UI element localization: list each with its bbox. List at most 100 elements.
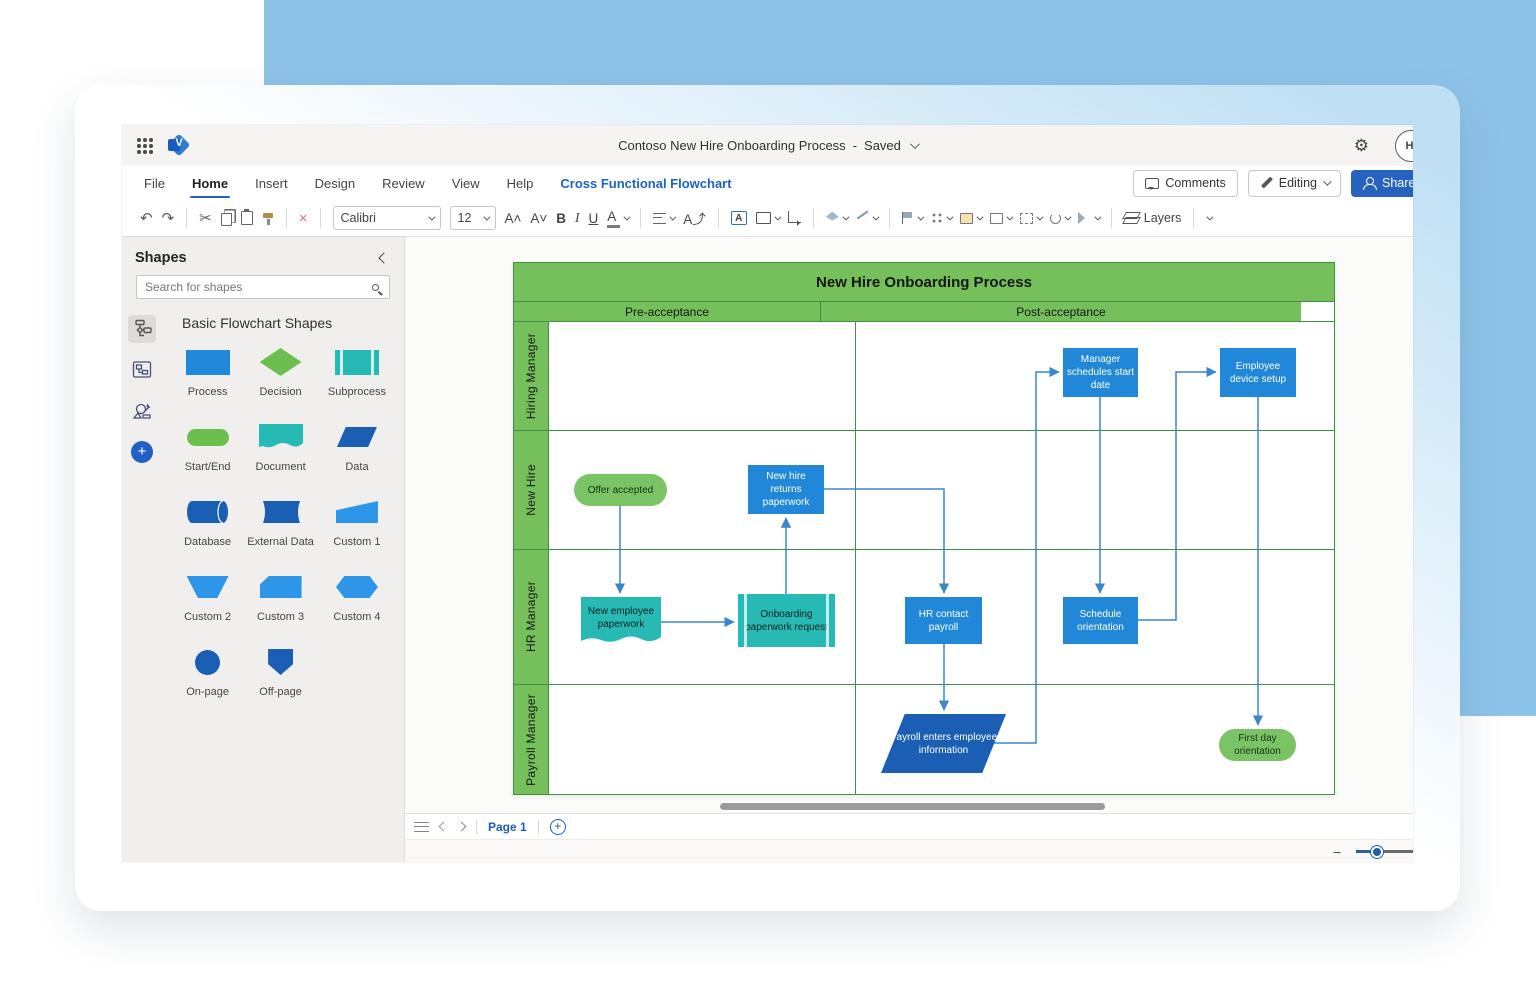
rail-item-flowchart-stencil-icon[interactable] (128, 315, 156, 343)
line-color-button[interactable] (856, 216, 877, 221)
menu-item-view[interactable]: View (452, 166, 480, 200)
menu-item-design[interactable]: Design (315, 166, 355, 200)
page-list-icon[interactable] (414, 822, 429, 832)
connector-button[interactable] (788, 213, 801, 223)
node-manager-schedules-start-date[interactable]: Manager schedules start date (1063, 348, 1138, 397)
stencil-shape-database[interactable]: Database (182, 497, 233, 548)
node-employee-device-setup[interactable]: Employee device setup (1220, 348, 1296, 397)
group-button[interactable] (1020, 213, 1041, 224)
stencil-shape-custom-2[interactable]: Custom 2 (182, 572, 233, 623)
paste-button[interactable] (241, 211, 253, 225)
node-hr-contact-payroll[interactable]: HR contact payroll (905, 597, 982, 644)
italic-button[interactable]: I (575, 210, 580, 226)
menu-item-home[interactable]: Home (192, 166, 228, 200)
shape-search-input[interactable] (145, 280, 325, 294)
shrink-font-button[interactable]: A˅ (530, 211, 547, 226)
shape-label: Custom 3 (257, 611, 304, 623)
position-chevron-icon (917, 213, 924, 220)
account-avatar[interactable]: HI (1395, 130, 1413, 162)
delete-button[interactable]: × (299, 211, 308, 226)
title-chevron-down-icon[interactable] (910, 139, 920, 149)
stencil-shape-custom-3[interactable]: Custom 3 (247, 572, 314, 623)
ribbon-more-button[interactable] (1206, 216, 1211, 221)
node-new-employee-paperwork[interactable]: New employee paperwork (581, 597, 661, 647)
horizontal-scrollbar[interactable] (720, 803, 1105, 810)
share-button[interactable]: Share (1351, 170, 1413, 197)
position-button[interactable] (902, 212, 922, 224)
phase-pre-acceptance: Pre-acceptance (514, 302, 820, 321)
menu-item-review[interactable]: Review (382, 166, 425, 200)
comments-button[interactable]: Comments (1133, 170, 1237, 197)
node-new-hire-returns-paperwork[interactable]: New hire returns paperwork (748, 465, 824, 514)
rail-item-diagram-parts-stencil-icon[interactable] (128, 356, 156, 384)
font-size-select[interactable]: 12 (450, 206, 496, 230)
panel-collapse-chevron-icon[interactable] (378, 252, 389, 263)
node-first-day-orientation[interactable]: First day orientation (1219, 729, 1296, 761)
zoom-slider-thumb[interactable] (1371, 846, 1383, 858)
page-tab[interactable]: Page 1 (488, 820, 527, 834)
stencil-shape-process[interactable]: Process (182, 347, 233, 398)
auto-align-button[interactable] (931, 212, 951, 224)
change-shape-button[interactable] (756, 212, 779, 224)
stencil-shape-custom-1[interactable]: Custom 1 (328, 497, 386, 548)
bold-button[interactable]: B (556, 211, 566, 226)
settings-gear-icon[interactable]: ⚙ (1354, 136, 1369, 156)
next-page-chevron-icon[interactable] (457, 822, 467, 832)
node-schedule-orientation[interactable]: Schedule orientation (1063, 597, 1138, 644)
format-painter-button[interactable] (262, 212, 274, 224)
drawing-canvas[interactable]: New Hire Onboarding ProcessPre-acceptanc… (405, 237, 1413, 813)
menu-item-insert[interactable]: Insert (255, 166, 288, 200)
bring-forward-button[interactable] (960, 213, 981, 224)
zoom-slider[interactable] (1356, 850, 1413, 853)
stencil-shape-external-data[interactable]: External Data (247, 497, 314, 548)
editing-mode-button[interactable]: Editing (1248, 170, 1341, 197)
shape-search-box[interactable] (136, 275, 390, 299)
auto-align-chevron-icon (946, 213, 953, 220)
stencil-shape-subprocess[interactable]: Subprocess (328, 347, 386, 398)
stencil-shape-custom-4[interactable]: Custom 4 (328, 572, 386, 623)
rail-item-draw-shape-tool-icon[interactable] (128, 397, 156, 425)
layers-button[interactable]: Layers (1124, 211, 1182, 225)
stencil-shape-on-page[interactable]: On-page (182, 647, 233, 698)
node-label: New employee paperwork (584, 605, 658, 631)
ribbon-separator (1111, 208, 1112, 228)
cut-button[interactable]: ✂ (199, 211, 212, 226)
node-onboarding-paperwork-request[interactable]: Onboarding paperwork request (738, 594, 835, 647)
node-offer-accepted[interactable]: Offer accepted (574, 474, 667, 506)
previous-page-chevron-icon[interactable] (439, 822, 449, 832)
titlebar: V Contoso New Hire Onboarding Process - … (122, 125, 1413, 166)
text-direction-button[interactable]: A⤴ (683, 208, 706, 228)
menu-item-contextual-tab[interactable]: Cross Functional Flowchart (560, 166, 731, 200)
stencil-shape-document[interactable]: Document (247, 422, 314, 473)
send-backward-button[interactable] (990, 213, 1011, 224)
menu-item-help[interactable]: Help (507, 166, 534, 200)
font-color-button[interactable]: A (607, 209, 628, 228)
search-icon[interactable] (372, 284, 379, 291)
text-block-button[interactable]: A (731, 211, 747, 225)
bring-forward-chevron-icon (976, 213, 983, 220)
menu-item-file[interactable]: File (144, 166, 165, 200)
font-name-select[interactable]: Calibri (333, 206, 441, 230)
stencil-shape-data[interactable]: Data (328, 422, 386, 473)
shape-grid: Process Decision Subprocess Start/End Docume… (182, 347, 386, 698)
stencil-shape-off-page[interactable]: Off-page (247, 647, 314, 698)
document-title[interactable]: Contoso New Hire Onboarding Process - Sa… (122, 125, 1413, 166)
custom1-shape-icon (336, 497, 378, 527)
stencil-shape-decision[interactable]: Decision (247, 347, 314, 398)
copy-button[interactable] (221, 210, 232, 226)
grow-font-button[interactable]: A˄ (505, 211, 522, 226)
rail-item-add-stencil-icon[interactable]: + (128, 438, 156, 466)
zoom-out-button[interactable]: − (1333, 844, 1341, 860)
redo-button[interactable]: ↷ (162, 211, 175, 226)
flip-button[interactable] (1078, 212, 1099, 224)
ribbon-separator (186, 208, 187, 228)
undo-button[interactable]: ↶ (140, 211, 153, 226)
fill-color-chevron-icon (842, 213, 849, 220)
flowchart-diagram[interactable]: New Hire Onboarding ProcessPre-acceptanc… (513, 262, 1335, 795)
fill-color-button[interactable] (826, 214, 847, 223)
paragraph-align-button[interactable] (653, 213, 674, 224)
add-page-button[interactable]: + (550, 819, 566, 835)
underline-button[interactable]: U (589, 211, 599, 226)
rotate-button[interactable] (1050, 213, 1069, 224)
stencil-shape-start-end[interactable]: Start/End (182, 422, 233, 473)
